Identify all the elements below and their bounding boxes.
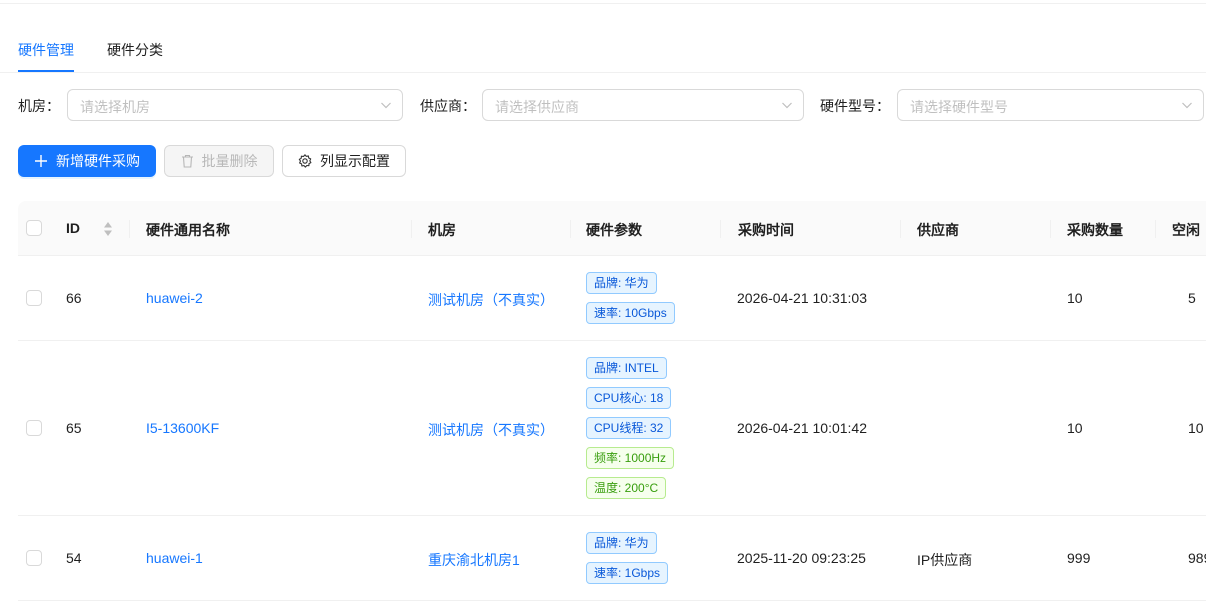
row-id: 54 xyxy=(66,550,82,566)
column-divider xyxy=(1050,220,1051,238)
trash-icon xyxy=(181,154,193,168)
tab-bar: 硬件管理 硬件分类 xyxy=(0,30,1206,73)
batch-delete-button[interactable]: 批量删除 xyxy=(164,145,274,177)
column-header-id: ID xyxy=(66,220,80,236)
chevron-down-icon xyxy=(381,102,391,109)
row-quantity: 10 xyxy=(1067,420,1083,436)
param-tag: 品牌: INTEL xyxy=(586,357,667,379)
row-supplier: IP供应商 xyxy=(917,552,973,568)
param-tag: 品牌: 华为 xyxy=(586,272,657,294)
supplier-filter-label: 供应商： xyxy=(420,98,476,114)
room-select-placeholder: 请选择机房 xyxy=(80,99,150,115)
select-all-checkbox[interactable] xyxy=(26,220,42,236)
row-idle: 10 xyxy=(1188,420,1204,436)
active-tab-indicator xyxy=(18,70,74,72)
row-name-link[interactable]: huawei-2 xyxy=(146,290,203,306)
column-divider xyxy=(129,220,130,238)
column-display-config-button[interactable]: 列显示配置 xyxy=(282,145,406,177)
row-room-link[interactable]: 测试机房（不真实） xyxy=(428,420,554,440)
row-idle: 5 xyxy=(1188,290,1196,306)
row-room-link[interactable]: 测试机房（不真实） xyxy=(428,290,554,310)
tab-hardware-category[interactable]: 硬件分类 xyxy=(107,40,163,60)
row-purchase-time: 2026-04-21 10:31:03 xyxy=(737,290,867,306)
top-divider xyxy=(0,0,1206,4)
column-divider xyxy=(1155,220,1156,238)
chevron-down-icon xyxy=(1182,102,1192,109)
row-purchase-time: 2026-04-21 10:01:42 xyxy=(737,420,867,436)
param-tag: 速率: 10Gbps xyxy=(586,302,675,324)
room-filter-label: 机房： xyxy=(18,98,60,114)
column-divider xyxy=(570,220,571,238)
sort-icon[interactable] xyxy=(103,221,113,237)
batch-delete-label: 批量删除 xyxy=(201,153,258,169)
supplier-select-placeholder: 请选择供应商 xyxy=(495,99,579,115)
chevron-down-icon xyxy=(782,102,792,109)
add-hardware-purchase-button[interactable]: 新增硬件采购 xyxy=(18,145,156,177)
param-tag: CPU核心: 18 xyxy=(586,387,672,409)
column-header-supplier: 供应商 xyxy=(917,222,959,238)
row-name-link[interactable]: huawei-1 xyxy=(146,550,203,566)
row-room-link[interactable]: 重庆渝北机房1 xyxy=(428,550,520,570)
param-tag: 频率: 1000Hz xyxy=(586,447,675,469)
param-tag: 温度: 200°C xyxy=(586,477,667,499)
column-header-purchase-time: 采购时间 xyxy=(738,222,794,238)
add-button-label: 新增硬件采购 xyxy=(56,153,140,169)
row-quantity: 10 xyxy=(1067,290,1083,306)
column-divider xyxy=(411,220,412,238)
row-checkbox[interactable] xyxy=(26,290,42,306)
column-header-room: 机房 xyxy=(428,222,456,238)
row-name-link[interactable]: I5-13600KF xyxy=(146,420,219,436)
column-header-idle: 空闲 xyxy=(1172,222,1200,238)
table-row: 65 I5-13600KF 测试机房（不真实） 品牌: INTEL CPU核心:… xyxy=(18,341,1206,516)
column-header-quantity: 采购数量 xyxy=(1067,222,1123,238)
model-select-placeholder: 请选择硬件型号 xyxy=(910,99,1008,115)
row-id: 66 xyxy=(66,290,82,306)
column-header-params: 硬件参数 xyxy=(586,222,642,238)
plus-icon xyxy=(35,155,47,167)
row-purchase-time: 2025-11-20 09:23:25 xyxy=(737,550,866,566)
model-filter-label: 硬件型号： xyxy=(820,98,890,114)
row-checkbox[interactable] xyxy=(26,550,42,566)
param-tag: 品牌: 华为 xyxy=(586,532,657,554)
column-divider xyxy=(900,220,901,238)
table-row: 66 huawei-2 测试机房（不真实） 品牌: 华为 速率: 10Gbps … xyxy=(18,256,1206,341)
model-select[interactable]: 请选择硬件型号 xyxy=(897,89,1204,121)
row-idle: 989 xyxy=(1188,550,1206,566)
param-tag: 速率: 1Gbps xyxy=(586,562,669,584)
row-checkbox[interactable] xyxy=(26,420,42,436)
room-select[interactable]: 请选择机房 xyxy=(67,89,403,121)
tab-hardware-management[interactable]: 硬件管理 xyxy=(18,40,74,60)
table-row: 54 huawei-1 重庆渝北机房1 品牌: 华为 速率: 1Gbps 202… xyxy=(18,516,1206,601)
table-header: ID 硬件通用名称 机房 硬件参数 采购时间 供应商 采购数量 空闲 xyxy=(18,201,1206,256)
param-tag: CPU线程: 32 xyxy=(586,417,672,439)
row-quantity: 999 xyxy=(1067,550,1091,566)
column-config-label: 列显示配置 xyxy=(320,153,390,169)
supplier-select[interactable]: 请选择供应商 xyxy=(482,89,804,121)
column-divider xyxy=(720,220,721,238)
row-id: 65 xyxy=(66,420,82,436)
gear-icon xyxy=(298,154,312,168)
column-header-name: 硬件通用名称 xyxy=(146,222,230,238)
